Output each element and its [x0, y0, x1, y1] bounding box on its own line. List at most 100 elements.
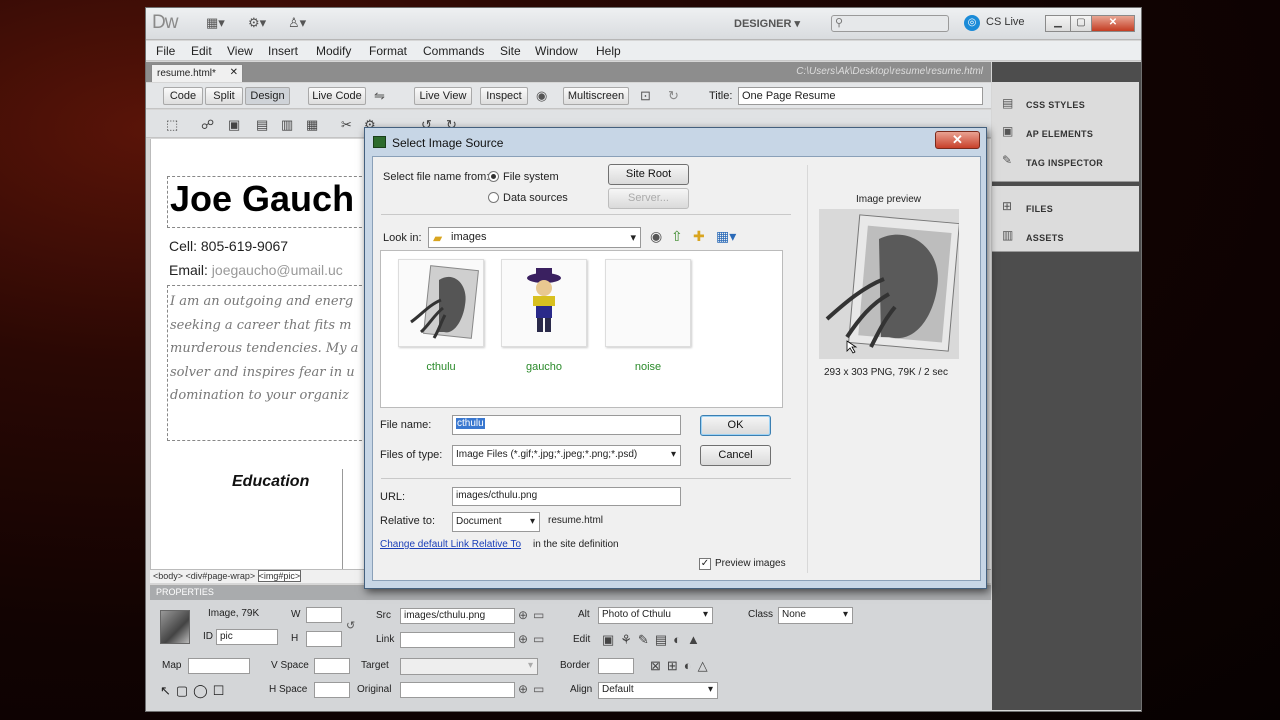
look-in-select[interactable]: ▰ images ▾ [428, 227, 641, 248]
cs-live-icon[interactable]: ◎ [964, 15, 980, 31]
hspace-field[interactable] [314, 682, 350, 698]
link-field[interactable] [400, 632, 515, 648]
tag-body[interactable]: <body> [153, 571, 183, 581]
menu-edit[interactable]: Edit [191, 44, 212, 58]
template-icon[interactable]: ▥ [281, 117, 293, 133]
cell-text[interactable]: Cell: 805-619-9067 [169, 238, 288, 254]
live-code-options-icon[interactable]: ⇋ [374, 88, 385, 104]
reset-size-icon[interactable]: ↺ [346, 619, 355, 632]
div-icon[interactable]: ⬚ [166, 117, 178, 133]
align-select[interactable]: Default [598, 682, 718, 699]
point-to-file-icon[interactable]: ⊕ [518, 608, 528, 622]
menu-site[interactable]: Site [500, 44, 521, 58]
preview-images-checkbox[interactable]: ✓ [699, 558, 711, 570]
tag-img[interactable]: <img#pic> [257, 570, 302, 582]
cs-live-label[interactable]: CS Live [986, 16, 1025, 28]
file-name-gaucho[interactable]: gaucho [501, 361, 587, 373]
back-icon[interactable]: ◉ [650, 228, 662, 245]
original-field[interactable] [400, 682, 515, 698]
title-input[interactable]: One Page Resume [738, 87, 983, 105]
file-system-radio[interactable] [488, 171, 499, 182]
border-field[interactable] [598, 658, 634, 674]
point-to-original-icon[interactable]: ⊕ [518, 682, 528, 696]
tag-div[interactable]: <div#page-wrap> [186, 571, 256, 581]
target-select[interactable] [400, 658, 538, 675]
close-button[interactable]: ✕ [1091, 15, 1135, 32]
server-button[interactable]: Server... [608, 188, 689, 209]
hyperlink-icon[interactable]: ☍ [201, 117, 214, 133]
view-menu-icon[interactable]: ▦▾ [716, 228, 736, 245]
menu-help[interactable]: Help [596, 44, 621, 58]
height-field[interactable] [306, 631, 342, 647]
cancel-button[interactable]: Cancel [700, 445, 771, 466]
map-field[interactable] [188, 658, 250, 674]
live-code-button[interactable]: Live Code [308, 87, 366, 105]
panel-files[interactable]: FILES [1026, 204, 1053, 214]
browser-preview-icon[interactable]: ◉ [536, 88, 547, 104]
tools-icon[interactable]: ✂ [341, 117, 352, 133]
image-icon[interactable]: ▣ [228, 117, 240, 133]
browse-original-icon[interactable]: ▭ [533, 682, 544, 696]
file-name-cthulu[interactable]: cthulu [398, 361, 484, 373]
file-thumb-noise[interactable] [605, 259, 691, 347]
panel-tag-inspector[interactable]: TAG INSPECTOR [1026, 158, 1103, 168]
table-icon[interactable]: ▦ [306, 117, 318, 133]
panel-assets[interactable]: ASSETS [1026, 233, 1064, 243]
edit-tools-icon[interactable]: ▣⚘✎▤◐▲ [602, 632, 706, 648]
visual-aids-icon[interactable]: ⊡ [640, 88, 651, 104]
email-line[interactable]: Email: joegaucho@umail.uc [169, 262, 343, 278]
tab-resume[interactable]: resume.html* ✕ [151, 64, 243, 82]
menu-commands[interactable]: Commands [423, 44, 484, 58]
browse-link-icon[interactable]: ▭ [533, 632, 544, 646]
split-view-button[interactable]: Split [205, 87, 243, 105]
alt-select[interactable]: Photo of Cthulu [598, 607, 713, 624]
media-icon[interactable]: ▤ [256, 117, 268, 133]
design-view-button[interactable]: Design [245, 87, 290, 105]
vspace-field[interactable] [314, 658, 350, 674]
resume-name[interactable]: Joe Gauch [170, 178, 354, 220]
multiscreen-button[interactable]: Multiscreen [563, 87, 629, 105]
file-name-noise[interactable]: noise [605, 361, 691, 373]
browse-folder-icon[interactable]: ▭ [533, 608, 544, 622]
width-field[interactable] [306, 607, 342, 623]
files-of-type-select[interactable]: Image Files (*.gif;*.jpg;*.jpeg;*.png;*.… [452, 445, 681, 466]
live-view-button[interactable]: Live View [414, 87, 472, 105]
inspect-button[interactable]: Inspect [480, 87, 528, 105]
workspace-switcher[interactable]: DESIGNER ▾ [734, 17, 800, 30]
file-name-input[interactable]: cthulu [452, 415, 681, 435]
site-root-button[interactable]: Site Root [608, 164, 689, 185]
minimize-button[interactable]: ▁ [1045, 15, 1071, 32]
id-field[interactable]: pic [216, 629, 278, 645]
intro-paragraph[interactable]: I am an outgoing and energ seeking a car… [167, 285, 367, 441]
data-sources-radio[interactable] [488, 192, 499, 203]
dialog-close-button[interactable]: ✕ [935, 131, 980, 149]
site-icon[interactable]: ♙▾ [288, 15, 306, 31]
menu-format[interactable]: Format [369, 44, 407, 58]
point-to-link-icon[interactable]: ⊕ [518, 632, 528, 646]
search-input[interactable]: ⚲ [831, 15, 949, 32]
refresh-icon[interactable]: ↻ [668, 88, 679, 104]
file-thumb-gaucho[interactable] [501, 259, 587, 347]
menu-modify[interactable]: Modify [316, 44, 351, 58]
menu-window[interactable]: Window [535, 44, 578, 58]
new-folder-icon[interactable]: ✚ [693, 228, 705, 245]
class-select[interactable]: None [778, 607, 853, 624]
change-default-link[interactable]: Change default Link Relative To [380, 539, 521, 550]
url-input[interactable]: images/cthulu.png [452, 487, 681, 506]
file-thumb-cthulu[interactable] [398, 259, 484, 347]
close-tab-icon[interactable]: ✕ [230, 67, 238, 78]
menu-insert[interactable]: Insert [268, 44, 298, 58]
education-heading[interactable]: Education [232, 473, 309, 491]
image-tools-icon[interactable]: ⊠⊞◐△ [650, 658, 714, 674]
relative-to-select[interactable]: Document ▾ [452, 512, 540, 532]
file-list[interactable]: cthulu gaucho noise [380, 250, 783, 408]
maximize-button[interactable]: ▢ [1070, 15, 1092, 32]
hotspot-tools-icon[interactable]: ↖▢◯☐ [160, 683, 229, 699]
panel-css-styles[interactable]: CSS STYLES [1026, 100, 1085, 110]
up-folder-icon[interactable]: ⇧ [671, 228, 683, 245]
menu-file[interactable]: File [156, 44, 175, 58]
ok-button[interactable]: OK [700, 415, 771, 436]
code-view-button[interactable]: Code [163, 87, 203, 105]
menu-view[interactable]: View [227, 44, 253, 58]
extend-gear-icon[interactable]: ⚙▾ [248, 15, 266, 31]
